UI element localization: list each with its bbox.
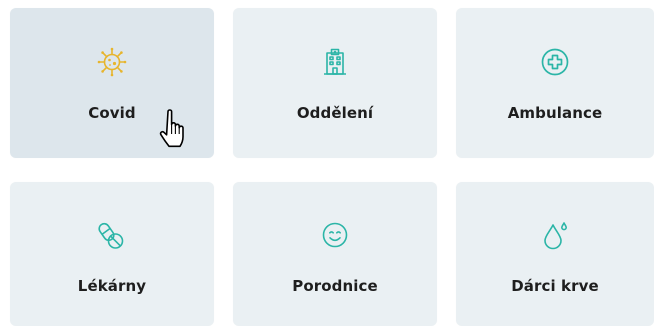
tile-porodnice[interactable]: Porodnice (233, 182, 437, 326)
tile-label-darci-krve: Dárci krve (511, 277, 599, 295)
tile-label-porodnice: Porodnice (292, 277, 378, 295)
tile-label-lekarny: Lékárny (77, 277, 147, 295)
pills-icon (96, 219, 128, 251)
tile-label-oddeleni: Oddělení (296, 104, 374, 122)
hand-pointer-cursor-icon (159, 108, 193, 150)
blood-drop-icon (539, 219, 571, 251)
hospital-building-icon (319, 46, 351, 78)
medical-cross-icon (539, 46, 571, 78)
tile-oddeleni[interactable]: Oddělení (233, 8, 437, 158)
smiley-face-icon (319, 219, 351, 251)
tile-darci-krve[interactable]: Dárci krve (456, 182, 654, 326)
tile-ambulance[interactable]: Ambulance (456, 8, 654, 158)
tile-lekarny[interactable]: Lékárny (10, 182, 214, 326)
virus-icon (96, 46, 128, 78)
tile-label-ambulance: Ambulance (507, 104, 603, 122)
